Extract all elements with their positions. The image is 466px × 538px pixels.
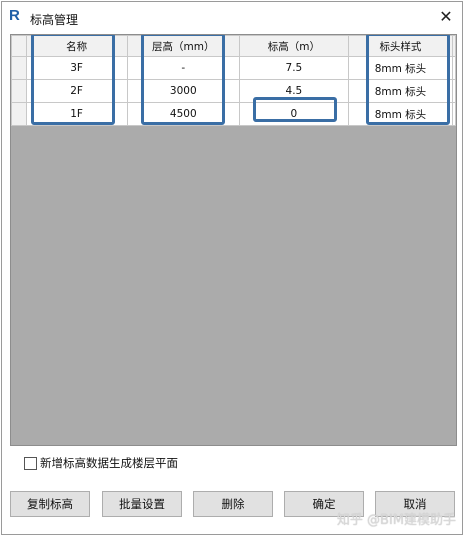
generate-floorplans-checkbox[interactable] bbox=[24, 456, 37, 470]
column-header-floor-height[interactable]: 层高（mm） bbox=[126, 35, 240, 57]
delete-button[interactable]: 删除 bbox=[193, 491, 273, 517]
cell-name[interactable]: 3F bbox=[25, 56, 128, 80]
cell-name[interactable]: 2F bbox=[25, 79, 128, 103]
cell-elevation[interactable]: 7.5 bbox=[238, 56, 349, 80]
cell-elevation[interactable]: 0 bbox=[238, 102, 349, 126]
row-selector[interactable] bbox=[11, 79, 27, 103]
row-selector[interactable] bbox=[11, 102, 27, 126]
cell-head-style[interactable]: 8mm 标头 bbox=[347, 79, 454, 103]
copy-level-button[interactable]: 复制标高 bbox=[10, 491, 90, 517]
table-header-row: 名称 层高（mm） 标高（m） 标头样式 bbox=[11, 35, 456, 57]
row-padding bbox=[452, 56, 456, 80]
cell-floor-height[interactable]: - bbox=[126, 56, 240, 80]
table-row[interactable]: 3F - 7.5 8mm 标头 bbox=[11, 56, 456, 80]
levels-grid: 名称 层高（mm） 标高（m） 标头样式 3F - 7.5 8mm 标头 2F … bbox=[10, 34, 457, 446]
cell-elevation[interactable]: 4.5 bbox=[238, 79, 349, 103]
dialog-title: 标高管理 bbox=[30, 13, 79, 27]
row-header-corner bbox=[11, 35, 27, 57]
title-bar: R 标高管理 ✕ bbox=[2, 2, 462, 32]
table-row[interactable]: 2F 3000 4.5 8mm 标头 bbox=[11, 79, 456, 103]
close-icon[interactable]: ✕ bbox=[434, 6, 458, 28]
row-padding bbox=[452, 79, 456, 103]
column-header-head-style[interactable]: 标头样式 bbox=[347, 35, 454, 57]
cell-head-style[interactable]: 8mm 标头 bbox=[347, 102, 454, 126]
table-row[interactable]: 1F 4500 0 8mm 标头 bbox=[11, 102, 456, 126]
revit-logo-icon: R bbox=[9, 7, 20, 24]
column-header-elevation[interactable]: 标高（m） bbox=[238, 35, 349, 57]
levels-table: 名称 层高（mm） 标高（m） 标头样式 3F - 7.5 8mm 标头 2F … bbox=[11, 35, 456, 126]
column-header-name[interactable]: 名称 bbox=[25, 35, 128, 57]
level-management-dialog: R 标高管理 ✕ 名称 层高（mm） 标高（m） 标头样式 3F - 7.5 8… bbox=[1, 1, 463, 535]
batch-settings-button[interactable]: 批量设置 bbox=[102, 491, 182, 517]
cell-head-style[interactable]: 8mm 标头 bbox=[347, 56, 454, 80]
row-selector[interactable] bbox=[11, 56, 27, 80]
generate-floorplans-option[interactable]: 新增标高数据生成楼层平面 bbox=[24, 455, 178, 471]
cell-floor-height[interactable]: 3000 bbox=[126, 79, 240, 103]
row-padding bbox=[452, 102, 456, 126]
cell-name[interactable]: 1F bbox=[25, 102, 128, 126]
watermark-text: 知乎 @BIM建模助手 bbox=[336, 513, 456, 528]
generate-floorplans-label: 新增标高数据生成楼层平面 bbox=[40, 456, 178, 470]
header-padding bbox=[452, 35, 456, 57]
cell-floor-height[interactable]: 4500 bbox=[126, 102, 240, 126]
